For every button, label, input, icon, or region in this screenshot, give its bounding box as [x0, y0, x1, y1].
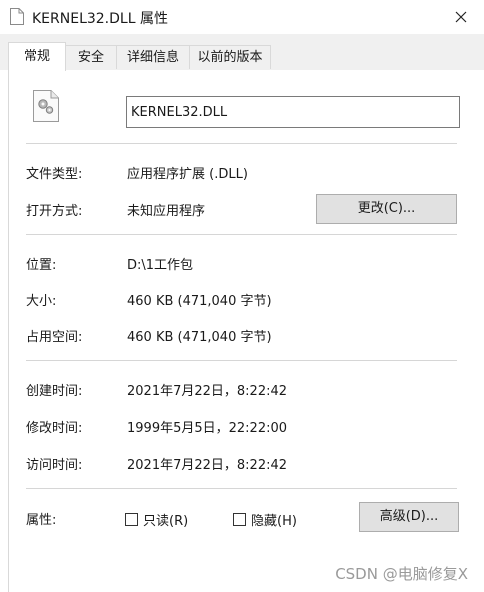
modified-label: 修改时间: [26, 421, 83, 436]
window-title: KERNEL32.DLL 属性 [32, 11, 168, 27]
readonly-checkbox[interactable]: 只读(R) [125, 510, 188, 529]
size-label: 大小: [26, 294, 57, 309]
separator [26, 143, 457, 144]
tab-security[interactable]: 安全 [65, 45, 117, 69]
open-with-value: 未知应用程序 [127, 204, 206, 219]
open-with-label: 打开方式: [26, 204, 83, 219]
change-button[interactable]: 更改(C)... [316, 194, 457, 224]
checkbox-box[interactable] [233, 513, 246, 526]
hidden-checkbox[interactable]: 隐藏(H) [233, 510, 297, 529]
attributes-label: 属性: [26, 513, 57, 528]
close-icon [455, 11, 467, 23]
size-on-disk-value: 460 KB (471,040 字节) [127, 330, 272, 345]
created-value: 2021年7月22日，8:22:42 [127, 384, 288, 399]
readonly-label: 只读(R) [143, 514, 189, 529]
title-bar: KERNEL32.DLL 属性 [0, 0, 484, 34]
tab-details[interactable]: 详细信息 [116, 45, 190, 69]
file-type-label: 文件类型: [26, 167, 83, 182]
checkbox-box[interactable] [125, 513, 138, 526]
dll-file-icon [33, 90, 59, 122]
accessed-value: 2021年7月22日，8:22:42 [127, 458, 288, 473]
location-value: D:\1工作包 [127, 258, 194, 273]
file-icon [10, 8, 24, 25]
size-value: 460 KB (471,040 字节) [127, 294, 272, 309]
separator [26, 234, 457, 235]
close-button[interactable] [438, 0, 484, 34]
created-label: 创建时间: [26, 384, 83, 399]
file-name-input[interactable] [126, 96, 460, 128]
separator [26, 360, 457, 361]
tab-general[interactable]: 常规 [8, 42, 66, 71]
size-on-disk-label: 占用空间: [26, 330, 83, 345]
location-label: 位置: [26, 258, 57, 273]
accessed-label: 访问时间: [26, 458, 83, 473]
modified-value: 1999年5月5日，22:22:00 [127, 421, 288, 436]
advanced-button[interactable]: 高级(D)... [359, 502, 459, 532]
hidden-label: 隐藏(H) [251, 514, 297, 529]
tab-previous-versions[interactable]: 以前的版本 [189, 45, 271, 69]
separator [26, 488, 457, 489]
watermark: CSDN @电脑修复X [335, 565, 468, 583]
file-type-value: 应用程序扩展 (.DLL) [127, 167, 248, 182]
